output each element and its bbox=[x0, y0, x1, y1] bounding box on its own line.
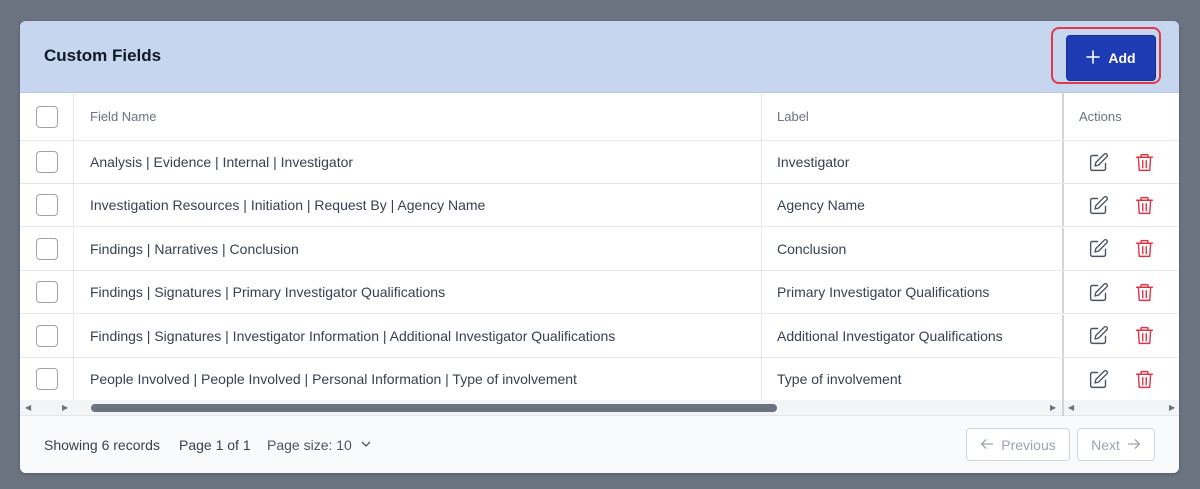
scroll-right-icon[interactable]: ▶ bbox=[1169, 404, 1175, 412]
trash-icon[interactable] bbox=[1133, 368, 1155, 390]
table-row: Analysis | Evidence | Internal | Investi… bbox=[20, 141, 1179, 184]
label-cell: Investigator bbox=[777, 154, 850, 170]
row-select-cell bbox=[20, 314, 74, 357]
arrow-right-icon bbox=[1127, 437, 1141, 453]
record-count: Showing 6 records bbox=[44, 437, 160, 453]
next-label: Next bbox=[1091, 436, 1120, 453]
page-title: Custom Fields bbox=[44, 46, 162, 65]
table-row: Investigation Resources | Initiation | R… bbox=[20, 184, 1179, 228]
custom-fields-panel: Custom Fields Add Field Name Label Actio… bbox=[20, 21, 1179, 473]
scroll-left-icon[interactable]: ◀ bbox=[1068, 404, 1074, 412]
trash-icon[interactable] bbox=[1133, 281, 1155, 303]
row-checkbox[interactable] bbox=[35, 368, 58, 390]
scroll-right-icon[interactable]: ▶ bbox=[1050, 404, 1056, 412]
field-name-cell: People Involved | People Involved | Pers… bbox=[74, 358, 762, 400]
row-checkbox[interactable] bbox=[35, 237, 58, 260]
actions-cell bbox=[1062, 227, 1179, 270]
page-size-label: Page size: 10 bbox=[267, 437, 352, 453]
row-checkbox[interactable] bbox=[35, 281, 58, 304]
column-header-field-name[interactable]: Field Name bbox=[74, 93, 762, 140]
actions-cell bbox=[1062, 358, 1179, 400]
scrollbar-thumb[interactable] bbox=[91, 404, 777, 412]
field-name-cell: Findings | Signatures | Investigator Inf… bbox=[74, 314, 762, 357]
page-indicator: Page 1 of 1 bbox=[179, 437, 251, 453]
plus-icon bbox=[1086, 49, 1101, 67]
row-select-cell bbox=[20, 141, 74, 183]
table-row: People Involved | People Involved | Pers… bbox=[20, 358, 1179, 401]
table-footer: Showing 6 records Page 1 of 1 Page size:… bbox=[20, 416, 1179, 473]
table-header-row: Field Name Label Actions bbox=[20, 93, 1179, 141]
row-checkbox[interactable] bbox=[35, 151, 58, 173]
actions-cell bbox=[1062, 184, 1179, 227]
pencil-square-icon[interactable] bbox=[1087, 238, 1109, 260]
label-cell: Agency Name bbox=[777, 197, 865, 214]
row-select-cell bbox=[20, 358, 74, 400]
horizontal-scrollbar[interactable]: ◀ ▶ ▶ ◀ ▶ bbox=[20, 400, 1179, 416]
field-name-cell: Analysis | Evidence | Internal | Investi… bbox=[74, 141, 762, 183]
trash-icon[interactable] bbox=[1133, 238, 1155, 260]
previous-label: Previous bbox=[1001, 436, 1056, 453]
actions-cell bbox=[1062, 141, 1179, 183]
column-header-label[interactable]: Label bbox=[762, 93, 1062, 140]
row-select-cell bbox=[20, 227, 74, 270]
add-button[interactable]: Add bbox=[1066, 35, 1156, 81]
trash-icon[interactable] bbox=[1133, 325, 1155, 347]
page-size-select[interactable]: Page size: 10 bbox=[267, 437, 372, 453]
pencil-square-icon[interactable] bbox=[1087, 194, 1109, 216]
field-name-cell: Findings | Narratives | Conclusion bbox=[74, 227, 762, 270]
pencil-square-icon[interactable] bbox=[1087, 281, 1109, 303]
previous-page-button[interactable]: Previous bbox=[966, 428, 1070, 461]
pencil-square-icon[interactable] bbox=[1087, 151, 1109, 173]
label-cell: Primary Investigator Qualifications bbox=[777, 284, 990, 301]
row-select-cell bbox=[20, 271, 74, 314]
label-cell: Type of involvement bbox=[777, 371, 902, 387]
trash-icon[interactable] bbox=[1133, 194, 1155, 216]
trash-icon[interactable] bbox=[1133, 151, 1155, 173]
row-checkbox[interactable] bbox=[35, 194, 58, 217]
select-all-cell bbox=[20, 93, 74, 140]
scroll-right-icon[interactable]: ▶ bbox=[62, 404, 68, 412]
select-all-checkbox[interactable] bbox=[35, 105, 58, 128]
chevron-down-icon bbox=[360, 437, 372, 453]
pencil-square-icon[interactable] bbox=[1087, 325, 1109, 347]
add-button-label: Add bbox=[1108, 50, 1136, 66]
actions-cell bbox=[1062, 314, 1179, 357]
table-row: Findings | Signatures | Investigator Inf… bbox=[20, 314, 1179, 358]
label-cell: Conclusion bbox=[777, 240, 847, 257]
table-row: Findings | Narratives | Conclusion Conclu… bbox=[20, 227, 1179, 271]
table-row: Findings | Signatures | Primary Investig… bbox=[20, 271, 1179, 315]
pencil-square-icon[interactable] bbox=[1087, 368, 1109, 390]
scroll-left-icon[interactable]: ◀ bbox=[25, 404, 31, 412]
actions-cell bbox=[1062, 271, 1179, 314]
field-name-cell: Findings | Signatures | Primary Investig… bbox=[74, 271, 762, 314]
next-page-button[interactable]: Next bbox=[1077, 428, 1155, 461]
column-header-actions: Actions bbox=[1062, 93, 1179, 140]
add-button-highlight: Add bbox=[1051, 27, 1161, 84]
label-cell: Additional Investigator Qualifications bbox=[777, 327, 1003, 344]
row-checkbox[interactable] bbox=[35, 324, 58, 347]
panel-header: Custom Fields Add bbox=[20, 21, 1179, 93]
row-select-cell bbox=[20, 184, 74, 227]
field-name-cell: Investigation Resources | Initiation | R… bbox=[74, 184, 762, 227]
arrow-left-icon bbox=[980, 437, 994, 453]
pinned-column-divider bbox=[1062, 400, 1064, 416]
